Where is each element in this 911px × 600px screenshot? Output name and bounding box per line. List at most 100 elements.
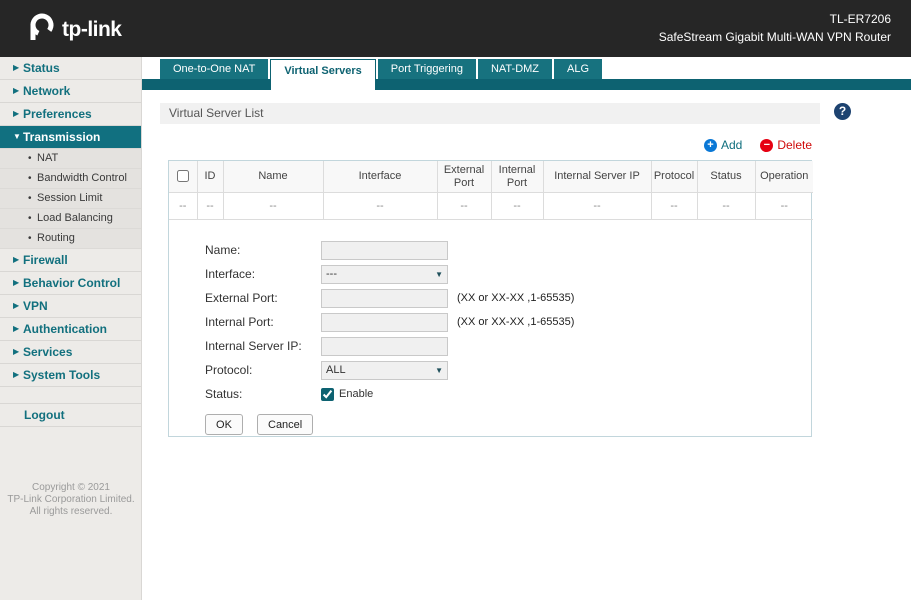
sidebar-item-transmission[interactable]: ▼ Transmission [0,126,141,149]
col-external-port: External Port [436,161,492,193]
protocol-select[interactable]: ALL ▼ [321,360,448,380]
add-button[interactable]: + Add [703,138,743,152]
bullet-icon: • [28,173,32,184]
brand-text: tp-link [62,17,122,41]
sidebar-item-label: Behavior Control [23,276,121,290]
status-label: Status: [205,387,243,401]
add-label: Add [720,138,743,152]
cell-external-port: -- [436,192,492,220]
interface-label: Interface: [205,267,256,281]
select-all-cell [169,161,198,193]
table-actions: + Add − Delete [168,138,812,152]
external-port-input[interactable] [321,288,448,308]
app-header: tp-link TL-ER7206 SafeStream Gigabit Mul… [0,0,911,57]
sidebar-subitem-bandwidth-control[interactable]: • Bandwidth Control [0,169,141,189]
bullet-icon: • [28,213,32,224]
sidebar-item-label: Network [23,84,71,98]
external-port-label: External Port: [205,291,278,305]
sidebar-item-preferences[interactable]: ▶ Preferences [0,103,141,126]
copyright-line: TP-Link Corporation Limited. [7,494,135,505]
col-name: Name [222,161,324,193]
sidebar-item-network[interactable]: ▶ Network [0,80,141,103]
tab-bar: One-to-One NAT Virtual Servers Port Trig… [142,57,911,90]
sidebar-item-authentication[interactable]: ▶ Authentication [0,318,141,341]
help-icon[interactable]: ? [834,103,851,120]
sidebar-item-label: Status [23,61,60,75]
virtual-server-table: ID Name Interface External Port Internal… [169,161,813,220]
copyright-line: Copyright © 2021 [32,482,110,493]
tab-nat-dmz[interactable]: NAT-DMZ [477,59,553,79]
name-label: Name: [205,243,241,257]
internal-port-input[interactable] [321,312,448,332]
cell-internal-server-ip: -- [542,192,652,220]
tab-one-to-one-nat[interactable]: One-to-One NAT [160,59,269,79]
minus-circle-icon: − [760,138,774,152]
chevron-right-icon: ▶ [13,324,20,333]
internal-port-hint: (XX or XX-XX ,1-65535) [457,316,575,328]
sidebar-item-label: Transmission [23,130,101,144]
tplink-logo: tp-link [26,12,122,47]
cell-interface: -- [322,192,438,220]
dropdown-arrow-icon: ▼ [435,269,443,279]
cancel-button[interactable]: Cancel [257,414,314,435]
tab-port-triggering[interactable]: Port Triggering [377,59,476,79]
sidebar-item-label: Services [23,345,73,359]
enable-checkbox[interactable] [321,387,334,401]
sidebar-item-label: System Tools [23,368,101,382]
delete-button[interactable]: − Delete [760,138,812,152]
add-entry-form: Name: Interface: --- ▼ External Port: (X… [205,238,811,406]
chevron-down-icon: ▼ [13,132,21,141]
device-model: TL-ER7206 [829,12,891,26]
interface-select[interactable]: --- ▼ [321,264,448,284]
col-internal-server-ip: Internal Server IP [542,161,652,193]
sidebar-item-system-tools[interactable]: ▶ System Tools [0,364,141,387]
cell-checkbox: -- [169,192,198,220]
chevron-right-icon: ▶ [13,370,20,379]
tab-virtual-servers[interactable]: Virtual Servers [270,59,376,90]
sidebar-item-status[interactable]: ▶ Status [0,57,141,80]
chevron-right-icon: ▶ [13,347,20,356]
sidebar-subitem-nat[interactable]: • NAT [0,149,141,169]
cell-id: -- [196,192,224,220]
col-id: ID [196,161,224,193]
copyright-line: All rights reserved. [29,506,113,517]
chevron-right-icon: ▶ [13,278,20,287]
device-info: TL-ER7206 SafeStream Gigabit Multi-WAN V… [659,10,891,46]
chevron-right-icon: ▶ [13,255,20,264]
sidebar-subitem-label: Routing [37,232,75,244]
bullet-icon: • [28,193,32,204]
ok-button[interactable]: OK [205,414,243,435]
cell-internal-port: -- [490,192,544,220]
sidebar-item-label: Preferences [23,107,92,121]
sidebar-subitem-load-balancing[interactable]: • Load Balancing [0,209,141,229]
cell-name: -- [222,192,324,220]
sidebar-item-label: Firewall [23,253,68,267]
virtual-server-panel: ID Name Interface External Port Internal… [168,160,813,437]
sidebar-item-services[interactable]: ▶ Services [0,341,141,364]
cell-protocol: -- [650,192,698,220]
select-all-checkbox[interactable] [176,170,189,183]
sidebar-subitem-label: Bandwidth Control [37,172,127,184]
internal-port-label: Internal Port: [205,315,274,329]
name-input[interactable] [321,240,448,260]
sidebar-item-label: Authentication [23,322,107,336]
chevron-right-icon: ▶ [13,63,20,72]
sidebar-subitem-session-limit[interactable]: • Session Limit [0,189,141,209]
tab-alg[interactable]: ALG [554,59,603,79]
interface-select-value: --- [326,268,337,280]
sidebar-item-firewall[interactable]: ▶ Firewall [0,249,141,272]
enable-label: Enable [339,388,374,400]
table-header-row: ID Name Interface External Port Internal… [169,161,813,193]
internal-server-ip-input[interactable] [321,336,448,356]
sidebar-subitem-routing[interactable]: • Routing [0,229,141,249]
bullet-icon: • [28,233,32,244]
chevron-right-icon: ▶ [13,301,20,310]
logout-button[interactable]: Logout [0,404,141,427]
chevron-right-icon: ▶ [13,109,20,118]
col-status: Status [696,161,756,193]
sidebar-item-behavior-control[interactable]: ▶ Behavior Control [0,272,141,295]
sidebar-item-vpn[interactable]: ▶ VPN [0,295,141,318]
external-port-hint: (XX or XX-XX ,1-65535) [457,292,575,304]
cell-status: -- [696,192,756,220]
bullet-icon: • [28,153,32,164]
